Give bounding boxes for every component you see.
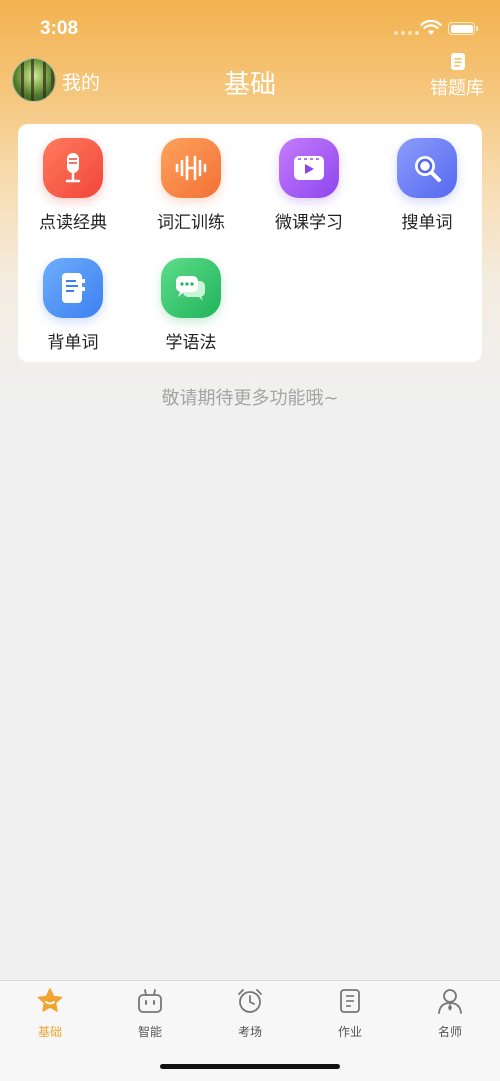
tab-zuoye[interactable]: 作业 bbox=[300, 981, 400, 1041]
tab-label: 智能 bbox=[137, 1025, 162, 1039]
status-time: 3:08 bbox=[40, 18, 79, 39]
chat-bubbles-icon bbox=[176, 276, 205, 301]
battery-icon bbox=[448, 22, 478, 35]
feature-weike-xuexi[interactable]: 微课学习 bbox=[254, 124, 364, 233]
feature-label: 学语法 bbox=[165, 333, 217, 353]
wifi-icon bbox=[420, 20, 442, 35]
feature-tile bbox=[161, 138, 221, 198]
star-icon bbox=[37, 988, 63, 1012]
wrongbook-label: 错题库 bbox=[430, 78, 484, 99]
video-play-icon bbox=[294, 156, 324, 180]
feature-label: 背单词 bbox=[47, 333, 99, 353]
tab-mingshi[interactable]: 名师 bbox=[400, 981, 500, 1041]
feature-bei-danci[interactable]: 背单词 bbox=[18, 244, 128, 353]
status-bar: 3:08 bbox=[0, 0, 500, 54]
tab-label: 考场 bbox=[237, 1025, 262, 1039]
feature-label: 微课学习 bbox=[275, 213, 343, 233]
alarm-clock-icon bbox=[238, 989, 262, 1013]
robot-icon bbox=[138, 989, 162, 1013]
waveform-icon bbox=[175, 155, 207, 181]
search-icon bbox=[415, 156, 441, 182]
feature-tile bbox=[397, 138, 457, 198]
feature-tile bbox=[279, 138, 339, 198]
feature-diandu-jingdian[interactable]: 点读经典 bbox=[18, 124, 128, 233]
tab-kaochang[interactable]: 考场 bbox=[200, 981, 300, 1041]
document-icon bbox=[451, 53, 465, 70]
promo-text: 敬请期待更多功能哦~ bbox=[161, 388, 339, 409]
feature-tile bbox=[43, 258, 103, 318]
navigation-bar: 我的 基础 错题库 bbox=[0, 52, 500, 108]
document-icon bbox=[340, 989, 360, 1013]
home-indicator[interactable] bbox=[160, 1064, 340, 1069]
tab-zhineng[interactable]: 智能 bbox=[100, 981, 200, 1041]
feature-label: 点读经典 bbox=[39, 213, 107, 233]
tab-label: 名师 bbox=[437, 1025, 462, 1039]
feature-cihui-xunlian[interactable]: 词汇训练 bbox=[136, 124, 246, 233]
microphone-icon bbox=[65, 153, 81, 183]
tab-jichu[interactable]: 基础 bbox=[0, 981, 100, 1041]
feature-xue-yufa[interactable]: 学语法 bbox=[136, 244, 246, 353]
cellular-signal-icon bbox=[394, 31, 419, 35]
tab-label: 基础 bbox=[37, 1025, 62, 1039]
feature-tile bbox=[161, 258, 221, 318]
tab-label: 作业 bbox=[337, 1025, 362, 1039]
feature-label: 词汇训练 bbox=[157, 213, 225, 233]
feature-sou-danci[interactable]: 搜单词 bbox=[372, 124, 482, 233]
wrongbook-button[interactable]: 错题库 bbox=[424, 52, 494, 104]
feature-tile bbox=[43, 138, 103, 198]
teacher-icon bbox=[438, 989, 462, 1014]
notebook-icon bbox=[62, 273, 85, 303]
feature-label: 搜单词 bbox=[401, 213, 453, 233]
feature-card: 点读经典 词汇训练 微课学习 搜单词 背单词 学语法 bbox=[18, 124, 482, 362]
